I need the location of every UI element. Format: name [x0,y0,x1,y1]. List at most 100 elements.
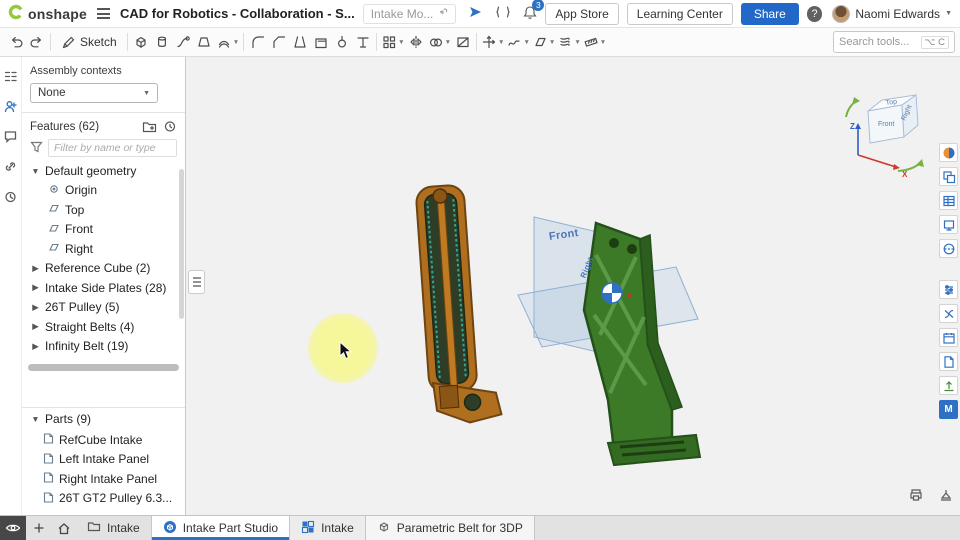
dropdown-chevron-icon[interactable]: ▼ [523,39,529,46]
bracket-model[interactable] [516,195,716,495]
linear-pattern-icon[interactable]: ▼ [380,30,405,54]
part-item[interactable]: Right Intake Panel [22,469,185,489]
shell-icon[interactable] [310,30,331,54]
boolean-icon[interactable]: ▼ [427,30,452,54]
viewcube-front-label[interactable]: Front [878,121,894,128]
visibility-eye-icon[interactable] [0,516,26,540]
units-scale-icon[interactable] [938,488,954,505]
feature-filter-input[interactable] [48,139,177,157]
dropdown-chevron-icon[interactable]: ▼ [549,39,555,46]
dropdown-chevron-icon[interactable]: ▼ [498,39,504,46]
panel-toggle-button[interactable] [188,270,205,294]
sweep-icon[interactable] [173,30,194,54]
measure-icon[interactable]: ▼ [582,30,607,54]
filter-funnel-icon[interactable] [30,141,43,156]
app-store-button[interactable]: App Store [545,3,618,25]
tab-intake-part-studio[interactable]: Intake Part Studio [152,516,290,540]
part-item[interactable]: 26T GT2 Pulley 6.3... [22,489,185,509]
release-calendar-icon[interactable] [939,328,958,347]
user-menu[interactable]: Naomi Edwards ▼ [832,5,952,23]
search-tools-input[interactable] [839,36,918,48]
app-panel-icon[interactable]: M [939,400,958,419]
chevron-down-icon[interactable]: ▼ [31,414,40,424]
create-folder-icon[interactable] [142,120,157,133]
assembly-contexts-select[interactable]: None ▼ [30,83,158,103]
workspace-chip[interactable]: Intake Mo... [363,4,457,24]
appearance-panel-icon[interactable] [939,143,958,162]
feature-list-panel-icon[interactable] [2,67,20,85]
tree-group-reference-cube[interactable]: ▶ Reference Cube (2) [22,259,185,279]
redo-button[interactable] [26,30,47,54]
follow-user-icon[interactable] [2,97,20,115]
new-tab-button[interactable] [26,516,51,540]
notifications-bell-icon[interactable]: 3 [523,5,537,23]
part-item[interactable]: Left Intake Panel [22,450,185,470]
help-button[interactable]: ? [807,6,823,22]
surface-icon[interactable]: ▼ [505,30,530,54]
named-views-icon[interactable] [939,215,958,234]
tab-manager-home-button[interactable] [51,516,76,540]
publish-icon[interactable] [939,376,958,395]
tab-intake-assembly[interactable]: Intake [290,516,366,540]
rollback-history-icon[interactable] [163,120,177,133]
tree-item-top-plane[interactable]: Top [22,200,185,220]
split-icon[interactable] [452,30,473,54]
chevron-right-icon[interactable]: ▶ [31,263,40,274]
follow-mode-icon[interactable] [468,5,483,23]
tree-item-right-plane[interactable]: Right [22,239,185,259]
extrude-icon[interactable] [131,30,152,54]
tree-group-straight-belts[interactable]: ▶ Straight Belts (4) [22,317,185,337]
chevron-right-icon[interactable]: ▶ [31,341,40,352]
learning-center-button[interactable]: Learning Center [627,3,733,25]
dropdown-chevron-icon[interactable]: ▼ [398,39,404,46]
hole-icon[interactable] [331,30,352,54]
bom-table-icon[interactable] [939,191,958,210]
display-states-icon[interactable] [939,167,958,186]
loft-icon[interactable] [194,30,215,54]
tree-group-intake-side-plates[interactable]: ▶ Intake Side Plates (28) [22,278,185,298]
fillet-icon[interactable] [247,30,268,54]
tree-item-front-plane[interactable]: Front [22,220,185,240]
dropdown-chevron-icon[interactable]: ▼ [600,39,606,46]
draft-icon[interactable] [289,30,310,54]
chevron-right-icon[interactable]: ▶ [31,302,40,313]
history-icon[interactable] [2,187,20,205]
helix-icon[interactable]: ▼ [556,30,581,54]
print-icon[interactable] [908,488,924,505]
chevron-down-icon[interactable]: ▼ [31,166,40,176]
undo-button[interactable] [5,30,26,54]
tab-folder-intake[interactable]: Intake [76,516,152,540]
tree-group-default-geometry[interactable]: ▼ Default geometry [22,161,185,181]
tree-group-infinity-belt[interactable]: ▶ Infinity Belt (19) [22,337,185,357]
main-menu-icon[interactable] [95,6,112,21]
dropdown-chevron-icon[interactable]: ▼ [445,39,451,46]
dropdown-chevron-icon[interactable]: ▼ [233,39,239,46]
parts-group-header[interactable]: ▼ Parts (9) [22,408,185,430]
variables-icon[interactable] [939,304,958,323]
transform-icon[interactable]: ▼ [480,30,505,54]
share-link-icon[interactable] [2,157,20,175]
plane-icon[interactable]: ▼ [531,30,556,54]
chevron-right-icon[interactable]: ▶ [31,321,40,332]
share-button[interactable]: Share [741,3,799,25]
sketch-button[interactable]: Sketch [54,30,124,54]
panel-scrollbar[interactable] [179,169,184,319]
mirror-icon[interactable] [406,30,427,54]
configurations-icon[interactable] [939,280,958,299]
document-title[interactable]: CAD for Robotics - Collaboration - S... [120,6,355,21]
view-cube[interactable]: Front Top Right Z X [838,87,938,179]
onshape-logo[interactable]: onshape [8,4,87,23]
comments-panel-icon[interactable] [2,127,20,145]
rollback-bar[interactable] [28,364,179,371]
dropdown-chevron-icon[interactable]: ▼ [574,39,580,46]
revolve-icon[interactable] [152,30,173,54]
tab-parametric-belt[interactable]: Parametric Belt for 3DP [366,516,535,540]
belt-assembly-model[interactable] [404,179,514,444]
section-view-icon[interactable] [939,239,958,258]
drawing-sheet-icon[interactable] [939,352,958,371]
rib-icon[interactable] [352,30,373,54]
part-item[interactable]: RefCube Intake [22,430,185,450]
chevron-right-icon[interactable]: ▶ [31,282,40,293]
chamfer-icon[interactable] [268,30,289,54]
thicken-icon[interactable]: ▼ [215,30,240,54]
